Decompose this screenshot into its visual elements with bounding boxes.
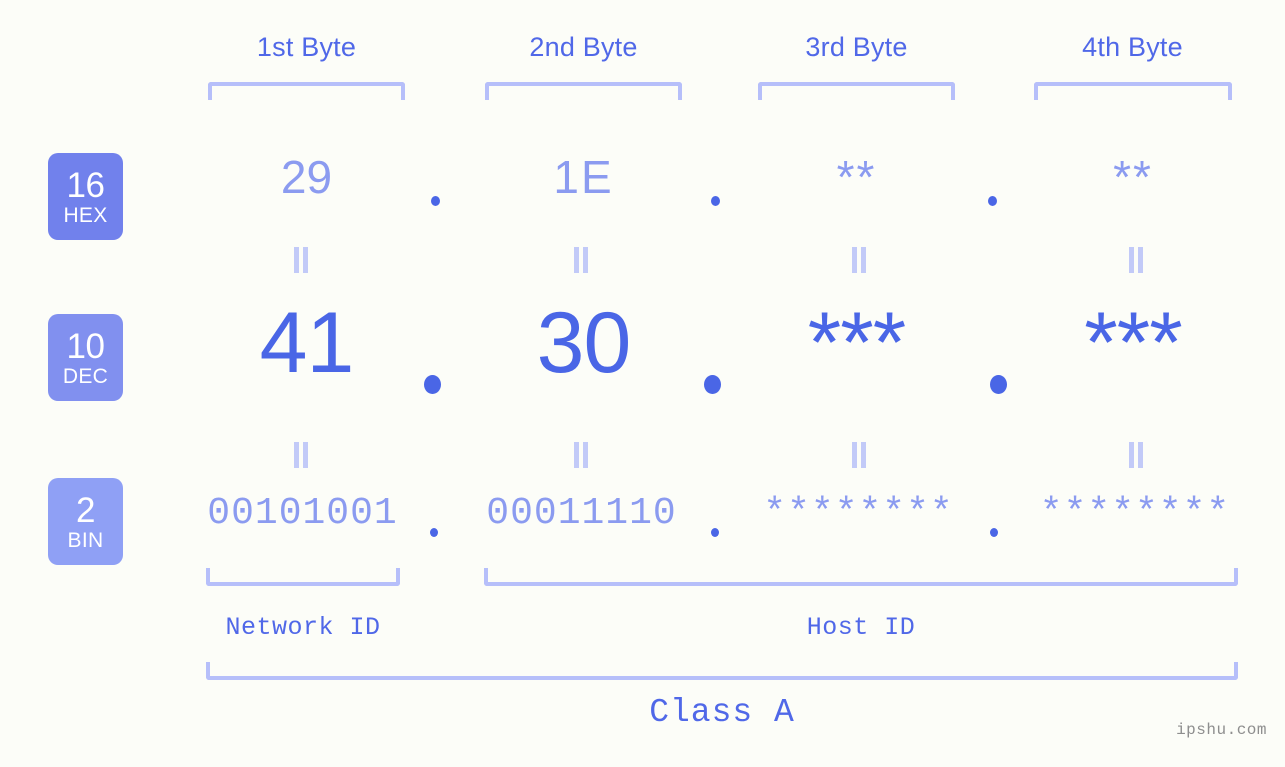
bin-separator-dot-2	[711, 528, 719, 537]
hex-byte-3: **	[836, 151, 877, 203]
ip-address-breakdown-diagram: 1st Byte 2nd Byte 3rd Byte 4th Byte 16 H…	[0, 0, 1285, 767]
hex-separator-dot-1	[431, 196, 440, 206]
base-badge-hex-name: HEX	[63, 203, 108, 227]
dec-separator-dot-2	[704, 375, 721, 394]
bin-byte-4: ********	[1039, 492, 1231, 535]
hex-byte-2: 1E	[553, 151, 614, 203]
equals-icon-dec-bin-4	[1128, 442, 1144, 468]
byte-header-3: 3rd Byte	[805, 32, 908, 62]
bin-separator-dot-3	[990, 528, 998, 537]
base-badge-dec: 10 DEC	[48, 314, 123, 401]
bin-separator-dot-1	[430, 528, 438, 537]
equals-icon-hex-dec-3	[851, 247, 867, 273]
byte-header-1: 1st Byte	[256, 32, 357, 62]
base-badge-dec-number: 10	[66, 326, 105, 366]
hex-byte-1: 29	[280, 151, 333, 203]
site-watermark: ipshu.com	[1176, 721, 1267, 739]
dec-separator-dot-3	[990, 375, 1007, 394]
byte-bracket-1	[208, 82, 405, 100]
base-badge-bin-name: BIN	[67, 528, 104, 552]
base-badge-hex: 16 HEX	[48, 153, 123, 240]
dec-byte-1: 41	[259, 295, 355, 391]
hex-separator-dot-2	[711, 196, 720, 206]
hex-separator-dot-3	[988, 196, 997, 206]
base-badge-bin-number: 2	[76, 490, 95, 530]
equals-icon-dec-bin-1	[293, 442, 309, 468]
equals-icon-hex-dec-2	[573, 247, 589, 273]
equals-icon-dec-bin-2	[573, 442, 589, 468]
bin-byte-1: 00101001	[207, 492, 398, 535]
byte-bracket-3	[758, 82, 955, 100]
class-label: Class A	[649, 694, 795, 731]
hex-byte-4: **	[1113, 151, 1153, 203]
base-badge-dec-name: DEC	[62, 364, 109, 388]
bin-byte-3: ********	[763, 492, 954, 535]
byte-bracket-4	[1034, 82, 1232, 100]
byte-header-4: 4th Byte	[1082, 32, 1183, 62]
bin-byte-2: 00011110	[486, 492, 677, 535]
dec-byte-3: ***	[807, 295, 906, 391]
base-badge-bin: 2 BIN	[48, 478, 123, 565]
equals-icon-dec-bin-3	[851, 442, 867, 468]
class-bracket	[206, 662, 1238, 680]
network-id-label: Network ID	[225, 613, 381, 642]
byte-header-2: 2nd Byte	[529, 32, 638, 62]
dec-byte-2: 30	[536, 295, 632, 391]
equals-icon-hex-dec-4	[1128, 247, 1144, 273]
host-id-label: Host ID	[806, 613, 916, 642]
dec-separator-dot-1	[424, 375, 441, 394]
base-badge-hex-number: 16	[66, 165, 105, 205]
host-id-bracket	[484, 568, 1238, 586]
byte-bracket-2	[485, 82, 682, 100]
equals-icon-hex-dec-1	[293, 247, 309, 273]
network-id-bracket	[206, 568, 400, 586]
dec-byte-4: ***	[1084, 295, 1182, 391]
